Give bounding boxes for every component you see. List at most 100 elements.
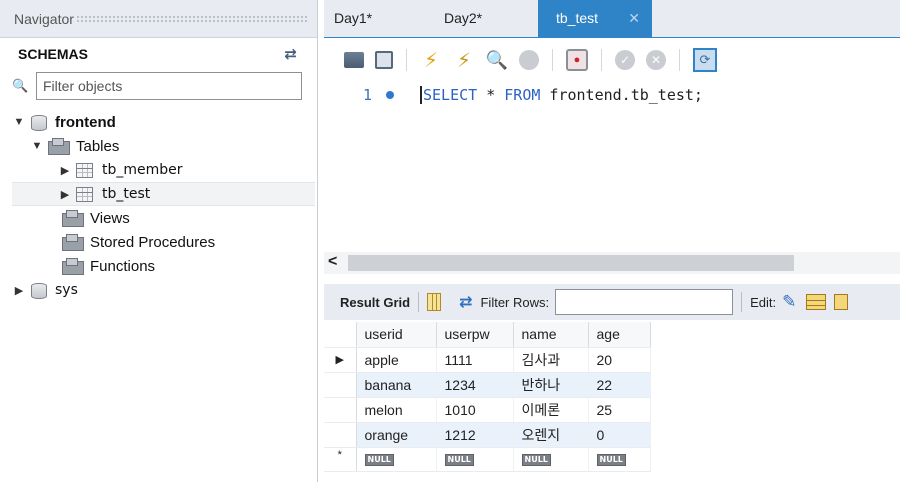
drag-handle[interactable] bbox=[75, 14, 309, 23]
scrollbar-thumb[interactable] bbox=[348, 255, 794, 271]
filter-objects-input[interactable] bbox=[36, 72, 302, 100]
tab-day2[interactable]: Day2* bbox=[434, 0, 538, 37]
refresh-icon[interactable]: ⇄ bbox=[459, 292, 472, 312]
tree-item-label: Functions bbox=[90, 257, 156, 275]
cell[interactable]: 오렌지 bbox=[513, 422, 589, 448]
cell[interactable]: 20 bbox=[588, 347, 651, 373]
collapsed-arrow-icon[interactable]: ▶ bbox=[58, 164, 72, 177]
result-grid: userid userpw name age ▶ apple 1111 김사과 … bbox=[324, 322, 651, 472]
schemas-label: SCHEMAS bbox=[18, 46, 89, 62]
cell[interactable]: 25 bbox=[588, 397, 651, 423]
database-icon bbox=[30, 282, 47, 299]
filter-rows-input[interactable] bbox=[555, 289, 734, 315]
autocommit-toggle-icon[interactable]: ⟳ bbox=[693, 48, 717, 72]
folder-icon bbox=[62, 234, 84, 251]
null-badge: NULL bbox=[444, 453, 474, 466]
tree-item-frontend[interactable]: ▼ frontend bbox=[12, 110, 315, 134]
tab-day1[interactable]: Day1* bbox=[324, 0, 434, 37]
save-icon[interactable] bbox=[375, 51, 393, 69]
tree-item-sys[interactable]: ▶ sys bbox=[12, 278, 315, 302]
cell[interactable]: melon bbox=[356, 397, 437, 423]
sql-editor[interactable]: 1 SELECT * FROM frontend.tb_test; bbox=[324, 82, 900, 252]
stop-icon[interactable] bbox=[519, 50, 539, 70]
filter-row: 🔍 bbox=[0, 70, 317, 100]
tree-item-label: sys bbox=[55, 282, 78, 298]
null-badge: NULL bbox=[364, 453, 394, 466]
tab-tb-test[interactable]: tb_test ✕ bbox=[538, 0, 652, 37]
table-row[interactable]: melon 1010 이메론 25 bbox=[324, 397, 651, 423]
sql-statement[interactable]: SELECT * FROM frontend.tb_test; bbox=[420, 86, 703, 104]
grid-layout-icon[interactable] bbox=[427, 293, 442, 311]
tree-item-label: tb_member bbox=[102, 162, 183, 178]
delete-row-icon[interactable] bbox=[834, 294, 849, 310]
cell[interactable]: 1234 bbox=[436, 372, 514, 398]
result-toolbar: Result Grid ⇄ Filter Rows: Edit: ✎ bbox=[324, 284, 900, 320]
cell[interactable]: 김사과 bbox=[513, 347, 589, 373]
commit-icon[interactable]: ✓ bbox=[615, 50, 635, 70]
scroll-left-icon[interactable]: < bbox=[328, 253, 337, 271]
line-number: 1 bbox=[362, 86, 372, 104]
cell[interactable]: orange bbox=[356, 422, 437, 448]
insert-row-icon[interactable] bbox=[806, 294, 827, 310]
sql-toolbar: ⚡ ⚡ 🔍 ● ✓ ✕ ⟳ bbox=[324, 38, 900, 82]
tree-item-stored-procedures[interactable]: Stored Procedures bbox=[12, 230, 315, 254]
collapsed-arrow-icon[interactable]: ▶ bbox=[12, 284, 26, 297]
tree-item-tb-test[interactable]: ▶ tb_test bbox=[12, 182, 315, 206]
tree-item-tables[interactable]: ▼ Tables bbox=[12, 134, 315, 158]
execute-current-icon[interactable]: ⚡ bbox=[453, 49, 475, 72]
current-row-icon: ▶ bbox=[324, 347, 357, 373]
horizontal-scrollbar[interactable]: < bbox=[324, 252, 900, 274]
cell[interactable]: NULL bbox=[513, 447, 589, 472]
header-row: userid userpw name age bbox=[324, 322, 651, 348]
navigator-title: Navigator bbox=[14, 10, 74, 27]
column-header[interactable]: userid bbox=[356, 322, 437, 348]
cell[interactable]: 1212 bbox=[436, 422, 514, 448]
refresh-icon[interactable]: ⇄ bbox=[284, 45, 297, 63]
tree-item-label: tb_test bbox=[102, 186, 151, 202]
cell[interactable]: 이메론 bbox=[513, 397, 589, 423]
tab-label: tb_test bbox=[556, 10, 599, 26]
tree-item-functions[interactable]: Functions bbox=[12, 254, 315, 278]
row-gutter bbox=[324, 322, 357, 348]
new-row[interactable]: * NULL NULL NULL NULL bbox=[324, 447, 651, 472]
database-icon bbox=[30, 114, 47, 131]
cell[interactable]: 반하나 bbox=[513, 372, 589, 398]
tree-item-tb-member[interactable]: ▶ tb_member bbox=[12, 158, 315, 182]
sql-text: frontend.tb_test; bbox=[540, 86, 703, 104]
table-row[interactable]: orange 1212 오렌지 0 bbox=[324, 422, 651, 448]
column-header[interactable]: userpw bbox=[436, 322, 514, 348]
row-gutter bbox=[324, 422, 357, 448]
stop-on-error-icon[interactable]: ● bbox=[566, 49, 588, 71]
execute-icon[interactable]: ⚡ bbox=[420, 49, 442, 72]
explain-icon[interactable]: 🔍 bbox=[486, 49, 508, 71]
column-header[interactable]: name bbox=[513, 322, 589, 348]
cell[interactable]: 22 bbox=[588, 372, 651, 398]
cell[interactable]: 1111 bbox=[436, 347, 514, 373]
expanded-arrow-icon[interactable]: ▼ bbox=[12, 116, 26, 128]
cell[interactable]: NULL bbox=[356, 447, 437, 472]
table-row[interactable]: ▶ apple 1111 김사과 20 bbox=[324, 347, 651, 373]
cell[interactable]: NULL bbox=[588, 447, 651, 472]
folder-icon bbox=[62, 210, 84, 227]
cell[interactable]: 1010 bbox=[436, 397, 514, 423]
open-file-icon[interactable] bbox=[344, 52, 364, 68]
column-header[interactable]: age bbox=[588, 322, 651, 348]
collapsed-arrow-icon[interactable]: ▶ bbox=[58, 188, 72, 201]
expanded-arrow-icon[interactable]: ▼ bbox=[30, 140, 44, 152]
folder-icon bbox=[48, 138, 70, 155]
cell[interactable]: apple bbox=[356, 347, 437, 373]
row-gutter bbox=[324, 397, 357, 423]
tab-bar: Day1* Day2* tb_test ✕ bbox=[324, 0, 900, 38]
new-row-icon: * bbox=[324, 447, 357, 472]
filter-rows-label: Filter Rows: bbox=[480, 294, 550, 310]
result-grid-tab[interactable]: Result Grid bbox=[340, 295, 410, 310]
rollback-icon[interactable]: ✕ bbox=[646, 50, 666, 70]
query-editor-panel: Day1* Day2* tb_test ✕ ⚡ ⚡ 🔍 ● ✓ ✕ ⟳ 1 SE… bbox=[324, 0, 900, 482]
cell[interactable]: NULL bbox=[436, 447, 514, 472]
cell[interactable]: 0 bbox=[588, 422, 651, 448]
edit-row-icon[interactable]: ✎ bbox=[782, 292, 796, 312]
cell[interactable]: banana bbox=[356, 372, 437, 398]
tree-item-views[interactable]: Views bbox=[12, 206, 315, 230]
close-icon[interactable]: ✕ bbox=[628, 10, 640, 27]
table-row[interactable]: banana 1234 반하나 22 bbox=[324, 372, 651, 398]
